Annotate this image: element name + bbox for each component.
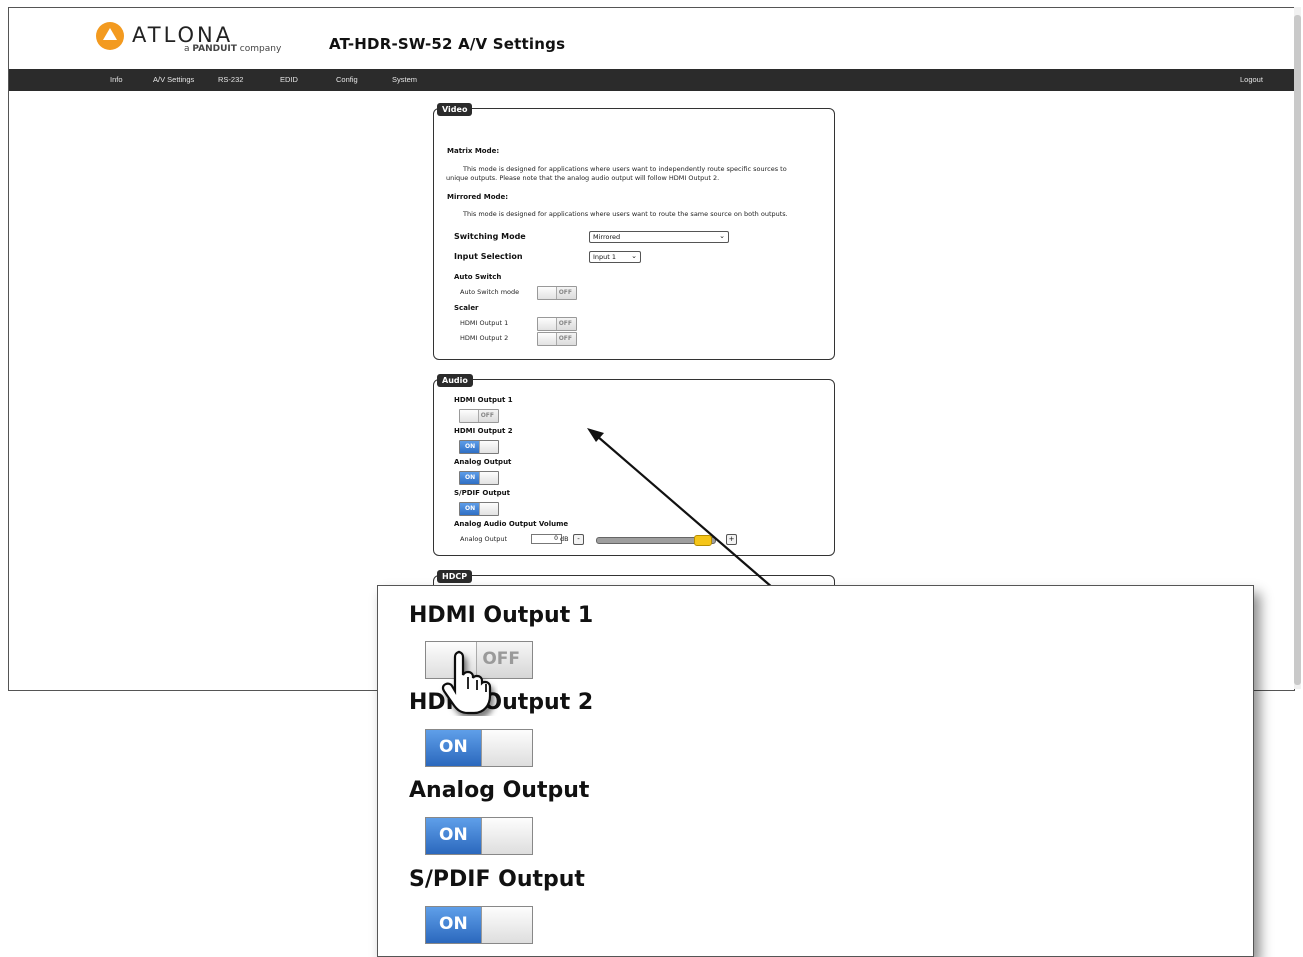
toggle-state: ON [439, 914, 468, 934]
zoom-spdif-toggle[interactable]: ON [425, 906, 533, 944]
toggle-knob [481, 730, 532, 766]
toggle-state: ON [439, 825, 468, 845]
zoom-analog-label: Analog Output [409, 778, 590, 803]
toggle-knob [481, 818, 532, 854]
hand-pointer-icon [441, 650, 492, 715]
zoom-hdmi-out1-label: HDMI Output 1 [409, 603, 594, 628]
zoom-analog-toggle[interactable]: ON [425, 817, 533, 855]
zoom-spdif-label: S/PDIF Output [409, 867, 585, 892]
zoom-hdmi-out2-toggle[interactable]: ON [425, 729, 533, 767]
toggle-state: ON [439, 737, 468, 757]
zoom-callout: HDMI Output 1 OFF HDMI Output 2 ON Analo… [377, 585, 1254, 957]
toggle-knob [481, 907, 532, 943]
